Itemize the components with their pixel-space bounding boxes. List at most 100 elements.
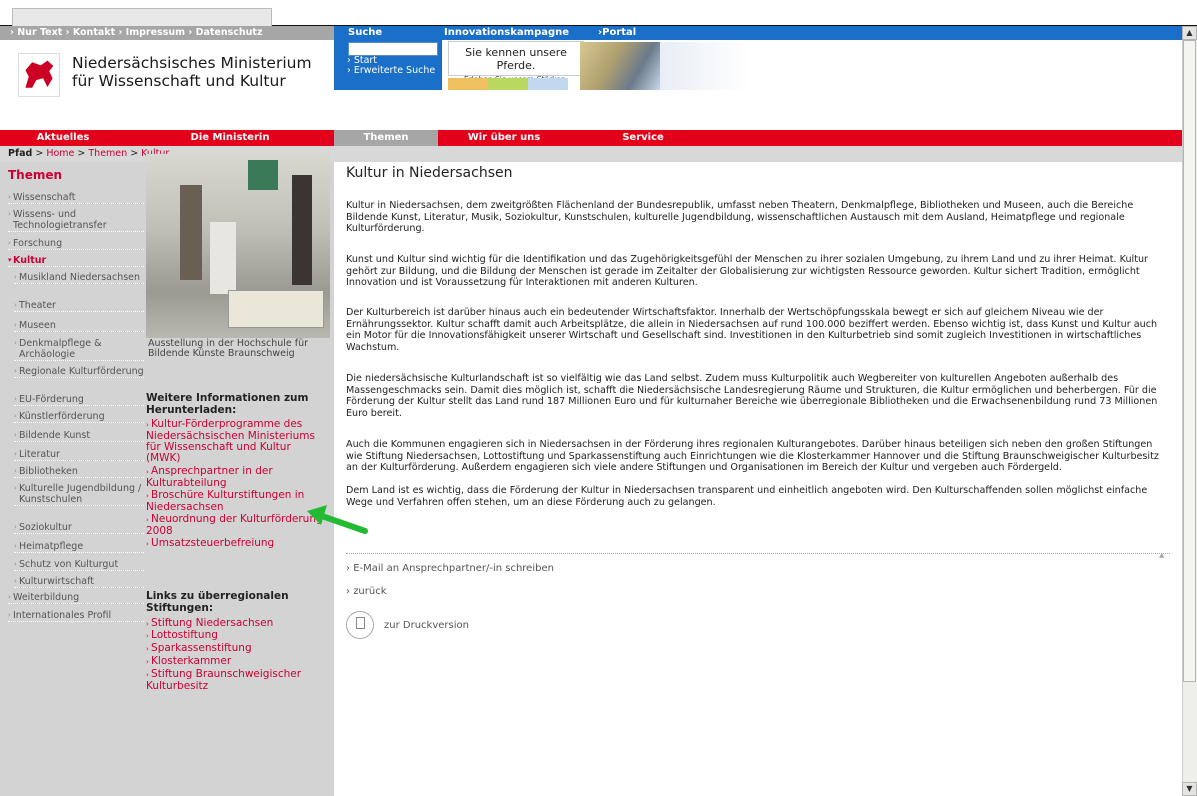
- stiftungen-heading: Links zu überregionalen Stiftungen:: [146, 590, 289, 614]
- meta-link-kontakt[interactable]: › Kontakt: [66, 27, 116, 38]
- sidebar-item-bibliotheken[interactable]: › Bibliotheken: [14, 466, 144, 478]
- paragraph-identity: Kunst und Kultur sind wichtig für die Id…: [346, 254, 1148, 289]
- sidebar-item-museen[interactable]: › Museen: [14, 320, 144, 332]
- chevron-right-icon: ›: [8, 210, 11, 218]
- advanced-search-link[interactable]: › Erweiterte Suche: [347, 66, 435, 76]
- banner-headline: Sie kennen unsere Pferde.: [465, 46, 567, 72]
- download-link-foerderprogramme[interactable]: › Kultur-Förderprogramme des Niedersächs…: [146, 419, 318, 464]
- back-to-top-icon[interactable]: ▲: [1159, 551, 1164, 559]
- sidebar-item-denkmalpflege[interactable]: › Denkmalpflege & Archäologie: [14, 338, 144, 361]
- breadcrumb-home[interactable]: Home: [46, 148, 74, 159]
- chevron-right-icon: ›: [14, 367, 17, 375]
- stiftung-link-braunschweig[interactable]: › Stiftung Braunschweigischer Kulturbesi…: [146, 669, 306, 692]
- sidebar-item-wissenschaft[interactable]: › Wissenschaft: [8, 192, 144, 204]
- document-icon: [356, 617, 365, 629]
- paragraph-economy: Der Kulturbereich ist darüber hinaus auc…: [346, 307, 1158, 353]
- meta-link-impressum[interactable]: › Impressum: [118, 27, 185, 38]
- chevron-right-icon: ›: [14, 560, 17, 568]
- scroll-down-icon[interactable]: ▼: [1182, 782, 1197, 796]
- stiftung-link-klosterkammer[interactable]: › Klosterkammer: [146, 656, 334, 668]
- paragraph-landscape: Die niedersächsische Kulturlandschaft is…: [346, 373, 1158, 419]
- sidebar-item-kuenstlerfoerderung[interactable]: › Künstlerförderung: [14, 411, 144, 423]
- nav-aktuelles[interactable]: Aktuelles: [0, 130, 126, 146]
- suche-label: Suche: [348, 27, 383, 38]
- sidebar-item-soziokultur[interactable]: › Soziokultur: [14, 522, 144, 534]
- chevron-right-icon: ›: [14, 395, 17, 403]
- chevron-right-icon: ›: [14, 450, 17, 458]
- search-input[interactable]: [348, 42, 438, 56]
- chevron-right-icon: ›: [14, 301, 17, 309]
- chevron-right-icon: ›: [14, 431, 17, 439]
- page-title: Kultur in Niedersachsen: [346, 165, 513, 181]
- meta-navigation: › Nur Text › Kontakt › Impressum › Daten…: [0, 26, 334, 40]
- meta-link-datenschutz[interactable]: › Datenschutz: [188, 27, 262, 38]
- sidebar-item-technologietransfer[interactable]: › Wissens- und Technologietransfer: [8, 209, 144, 232]
- sidebar-item-forschung[interactable]: › Forschung: [8, 238, 144, 250]
- chevron-down-icon: ▾: [8, 256, 12, 264]
- back-link[interactable]: › zurück: [346, 586, 387, 597]
- chevron-right-icon: ›: [14, 273, 17, 281]
- banner-strip-orange: [448, 78, 488, 90]
- chevron-right-icon: ›: [14, 523, 17, 531]
- sidebar-item-kultur[interactable]: ▾ Kultur: [8, 255, 144, 267]
- download-link-ansprechpartner[interactable]: › Ansprechpartner in der Kulturabteilung: [146, 466, 296, 489]
- download-link-neuordnung[interactable]: › Neuordnung der Kulturförderung 2008: [146, 514, 330, 537]
- nav-service[interactable]: Service: [570, 130, 716, 146]
- paragraph-transparency: Dem Land ist es wichtig, dass die Förder…: [346, 485, 1148, 508]
- sidebar-item-regionale-kulturfoerderung[interactable]: › Regionale Kulturförderung: [14, 366, 144, 378]
- chevron-right-icon: ›: [14, 577, 17, 585]
- chevron-right-icon: ›: [14, 542, 17, 550]
- banner-strip-green: [488, 78, 528, 90]
- content-divider: [346, 553, 1170, 554]
- meta-link-nur-text[interactable]: › Nur Text: [10, 27, 62, 38]
- print-version-link[interactable]: zur Druckversion: [384, 620, 469, 631]
- email-contact-link[interactable]: › E-Mail an Ansprechpartner/-in schreibe…: [346, 563, 554, 574]
- chevron-right-icon: ›: [8, 239, 11, 247]
- sidebar-item-bildende-kunst[interactable]: › Bildende Kunst: [14, 430, 144, 442]
- sidebar-item-internationales-profil[interactable]: › Internationales Profil: [8, 610, 144, 622]
- nav-wir-ueber-uns[interactable]: Wir über uns: [438, 130, 570, 146]
- browser-tab[interactable]: [12, 8, 272, 26]
- photo-person: [292, 175, 312, 285]
- download-link-broschuere[interactable]: › Broschüre Kulturstiftungen in Niedersa…: [146, 490, 311, 513]
- ministry-name-line2: für Wissenschaft und Kultur: [72, 72, 286, 90]
- paragraph-intro: Kultur in Niedersachsen, dem zweitgrößte…: [346, 200, 1134, 235]
- chevron-right-icon: ›: [14, 484, 17, 492]
- banner-textbox[interactable]: Sie kennen unsere Pferde. Erleben Sie un…: [448, 41, 584, 84]
- sidebar-item-literatur[interactable]: › Literatur: [14, 449, 144, 461]
- sidebar-item-eu-foerderung[interactable]: › EU-Förderung: [14, 394, 144, 406]
- sidebar-item-heimatpflege[interactable]: › Heimatpflege: [14, 541, 144, 553]
- nav-ministerin[interactable]: Die Ministerin: [126, 130, 334, 146]
- stiftung-link-lotto[interactable]: › Lottostiftung: [146, 630, 334, 642]
- paragraph-communities: Auch die Kommunen engagieren sich in Nie…: [346, 439, 1159, 474]
- chevron-right-icon: ›: [14, 321, 17, 329]
- banner-image: [580, 42, 660, 90]
- breadcrumb-themen[interactable]: Themen: [88, 148, 127, 159]
- ministry-name-line1: Niedersächsisches Ministerium: [72, 54, 312, 72]
- chevron-right-icon: ›: [8, 193, 11, 201]
- photo-book: [228, 290, 324, 328]
- browser-top-area: [0, 0, 1197, 26]
- scrollbar-thumb[interactable]: [1183, 40, 1196, 682]
- sidebar-item-weiterbildung[interactable]: › Weiterbildung: [8, 592, 144, 604]
- stiftung-link-sparkasse[interactable]: › Sparkassenstiftung: [146, 643, 334, 655]
- ministry-name[interactable]: Niedersächsisches Ministerium für Wissen…: [72, 54, 327, 90]
- innovation-link[interactable]: Innovationskampagne: [444, 26, 569, 40]
- chevron-right-icon: ›: [14, 339, 17, 347]
- banner-swirl: [660, 42, 750, 90]
- sidebar-item-schutz-kulturgut[interactable]: › Schutz von Kulturgut: [14, 559, 144, 571]
- nav-themen[interactable]: Themen: [334, 130, 438, 146]
- sidebar-item-jugendbildung[interactable]: › Kulturelle Jugendbildung / Kunstschulen: [14, 483, 144, 506]
- download-link-umsatzsteuer[interactable]: › Umsatzsteuerbefreiung: [146, 538, 334, 550]
- service-bar: Suche Innovationskampagne › Portal Niede…: [334, 26, 1182, 52]
- sidebar-item-musikland[interactable]: › Musikland Niedersachsen: [14, 272, 144, 284]
- portal-link[interactable]: › Portal Niedersachsen: [598, 26, 685, 52]
- chevron-right-icon: ›: [14, 412, 17, 420]
- downloads-heading: Weitere Informationen zum Herunterladen:: [146, 392, 309, 416]
- sidebar-item-theater[interactable]: › Theater: [14, 300, 144, 312]
- scroll-up-icon[interactable]: ▲: [1182, 26, 1197, 40]
- chevron-right-icon: ›: [8, 611, 11, 619]
- chevron-right-icon: ›: [8, 593, 11, 601]
- banner-strip-blue: [528, 78, 568, 90]
- sidebar-item-kulturwirtschaft[interactable]: › Kulturwirtschaft: [14, 576, 144, 588]
